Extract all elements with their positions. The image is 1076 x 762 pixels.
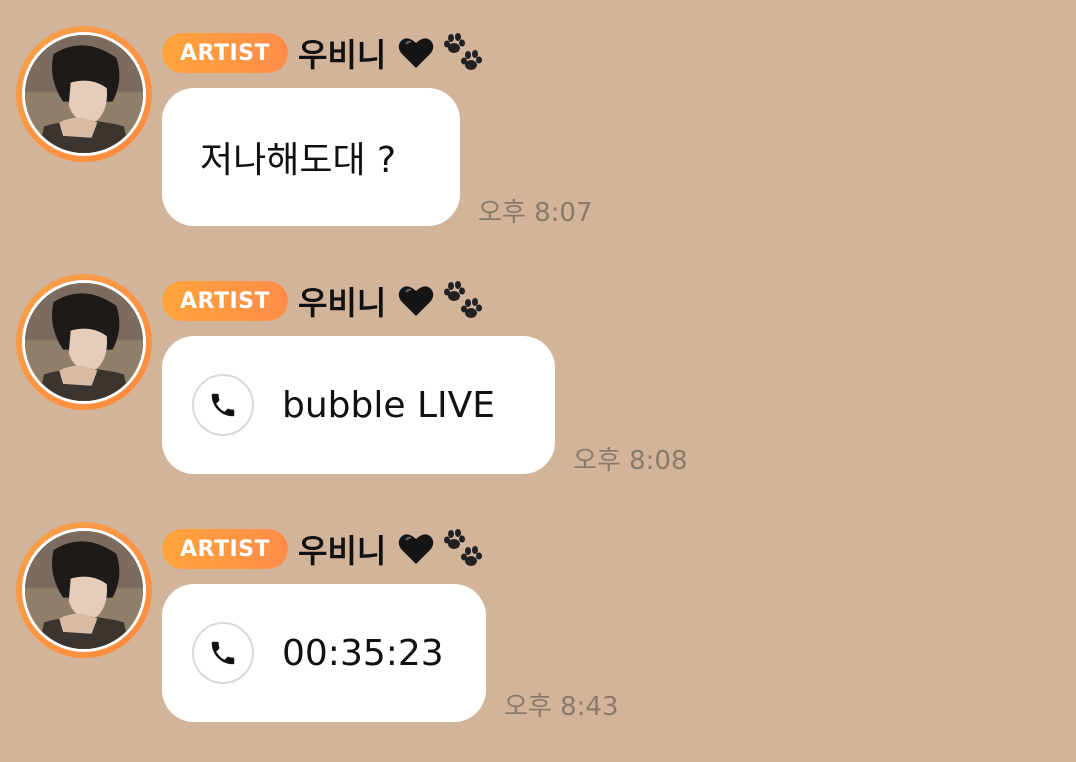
message-header: ARTIST 우비니 [162,526,484,572]
phone-icon [192,622,254,684]
chat-message: ARTIST 우비니 00:35:23 오후 8:43 [0,496,1076,744]
avatar-image [25,35,143,153]
message-text: 저나해도대 ? [200,140,397,181]
avatar[interactable] [16,26,152,162]
message-time: 오후 8:08 [573,446,688,476]
avatar-photo [22,280,146,404]
avatar[interactable] [16,522,152,658]
sender-name: 우비니 [298,36,387,74]
call-label: bubble LIVE [282,384,496,426]
chat-message: ARTIST 우비니 bubble LIVE 오후 8:08 [0,248,1076,496]
message-time: 오후 8:43 [504,692,619,722]
message-header: ARTIST 우비니 [162,278,484,324]
avatar-photo [22,528,146,652]
artist-badge: ARTIST [162,281,289,321]
avatar-image [25,283,143,401]
sender-name: 우비니 [298,532,387,570]
phone-icon [192,374,254,436]
call-bubble[interactable]: bubble LIVE [162,336,555,474]
black-heart-icon [399,38,434,68]
call-bubble[interactable]: 00:35:23 [162,584,486,722]
black-heart-icon [399,286,434,316]
paw-prints-icon [444,281,483,318]
message-bubble[interactable]: 저나해도대 ? [162,88,460,226]
message-time: 오후 8:07 [478,198,593,228]
paw-prints-icon [444,33,483,70]
avatar-image [25,531,143,649]
paw-prints-icon [444,529,483,566]
sender-name: 우비니 [298,284,387,322]
artist-badge: ARTIST [162,529,289,569]
avatar-photo [22,32,146,156]
call-duration: 00:35:23 [282,632,444,674]
avatar[interactable] [16,274,152,410]
artist-badge: ARTIST [162,33,289,73]
black-heart-icon [399,534,434,564]
message-header: ARTIST 우비니 [162,30,484,76]
chat-message: ARTIST 우비니 저나해도대 ? 오후 8:07 [0,0,1076,248]
